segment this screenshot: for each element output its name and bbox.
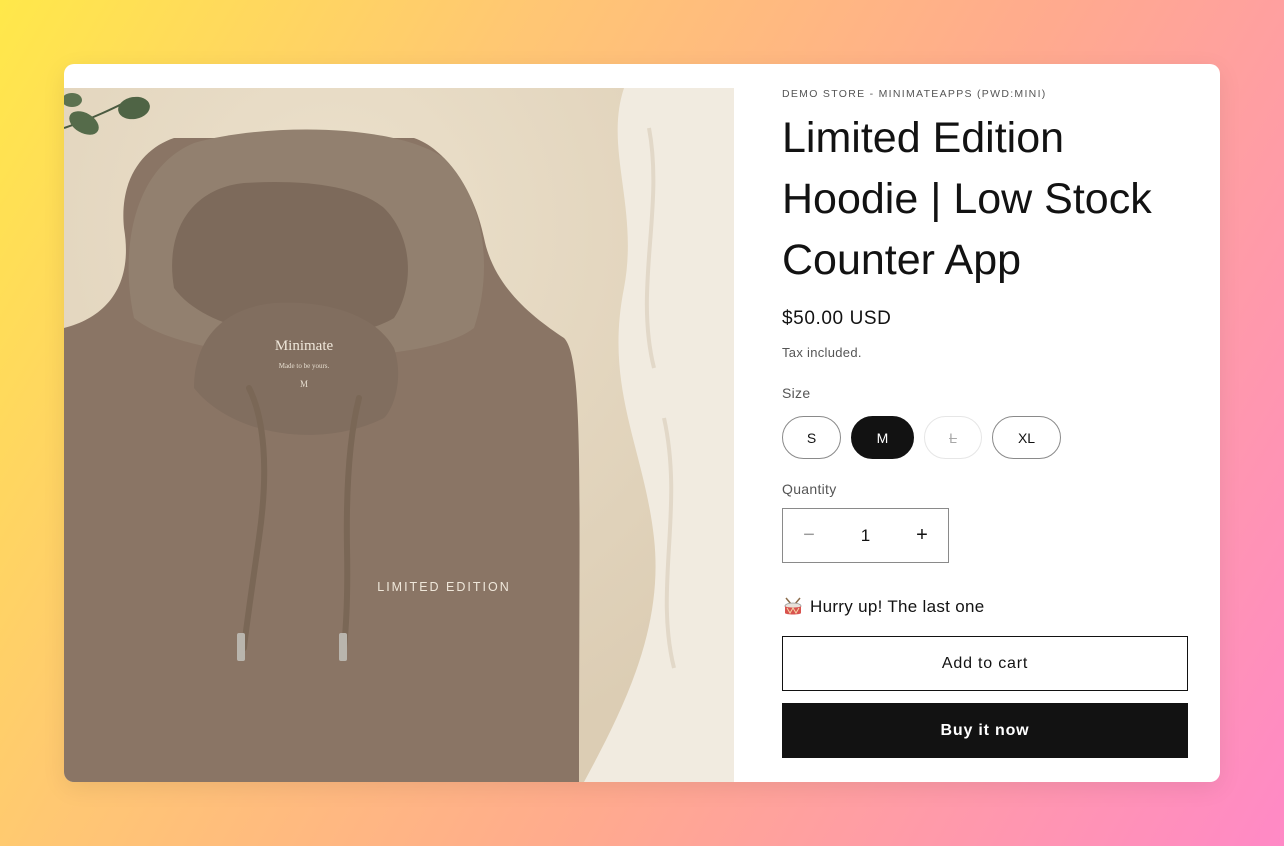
size-option-label: XL [1017, 429, 1036, 446]
size-option-label: S [806, 429, 817, 446]
buy-now-button[interactable]: Buy it now [782, 703, 1188, 758]
hoodie-photo: Minimate Made to be yours. M LIMITED EDI… [64, 88, 734, 782]
vendor-label: Demo Store - MinimateApps (pwd:mini) [782, 88, 1047, 100]
add-to-cart-button[interactable]: Add to cart [782, 636, 1188, 691]
quantity-label: Quantity [782, 481, 837, 497]
label-tagline: Made to be yours. [279, 362, 330, 370]
size-label: Size [782, 385, 811, 401]
size-option-l[interactable]: L [924, 416, 982, 459]
quantity-increase-button[interactable]: + [896, 509, 948, 562]
quantity-input[interactable]: 1 [835, 526, 896, 546]
product-info: Demo Store - MinimateApps (pwd:mini) Lim… [782, 64, 1188, 782]
product-card: Minimate Made to be yours. M LIMITED EDI… [64, 64, 1220, 782]
product-price: $50.00 USD [782, 308, 892, 329]
size-option-m[interactable]: M [851, 416, 914, 459]
size-option-label: L [949, 429, 957, 446]
quantity-decrease-button[interactable]: − [783, 509, 835, 562]
size-option-label: M [876, 429, 889, 446]
chest-print-text: LIMITED EDITION [377, 580, 510, 594]
product-title: Limited Edition Hoodie | Low Stock Count… [782, 114, 1152, 284]
label-brand: Minimate [275, 338, 334, 354]
low-stock-text: Hurry up! The last one [810, 597, 985, 616]
label-size: M [300, 379, 308, 389]
drum-icon [784, 597, 802, 615]
low-stock-message: Hurry up! The last one [782, 596, 984, 618]
tax-note: Tax included. [782, 345, 862, 360]
quantity-stepper: − 1 + [782, 508, 949, 563]
product-image[interactable]: Minimate Made to be yours. M LIMITED EDI… [64, 88, 734, 782]
size-option-xl[interactable]: XL [992, 416, 1061, 459]
size-option-s[interactable]: S [782, 416, 841, 459]
